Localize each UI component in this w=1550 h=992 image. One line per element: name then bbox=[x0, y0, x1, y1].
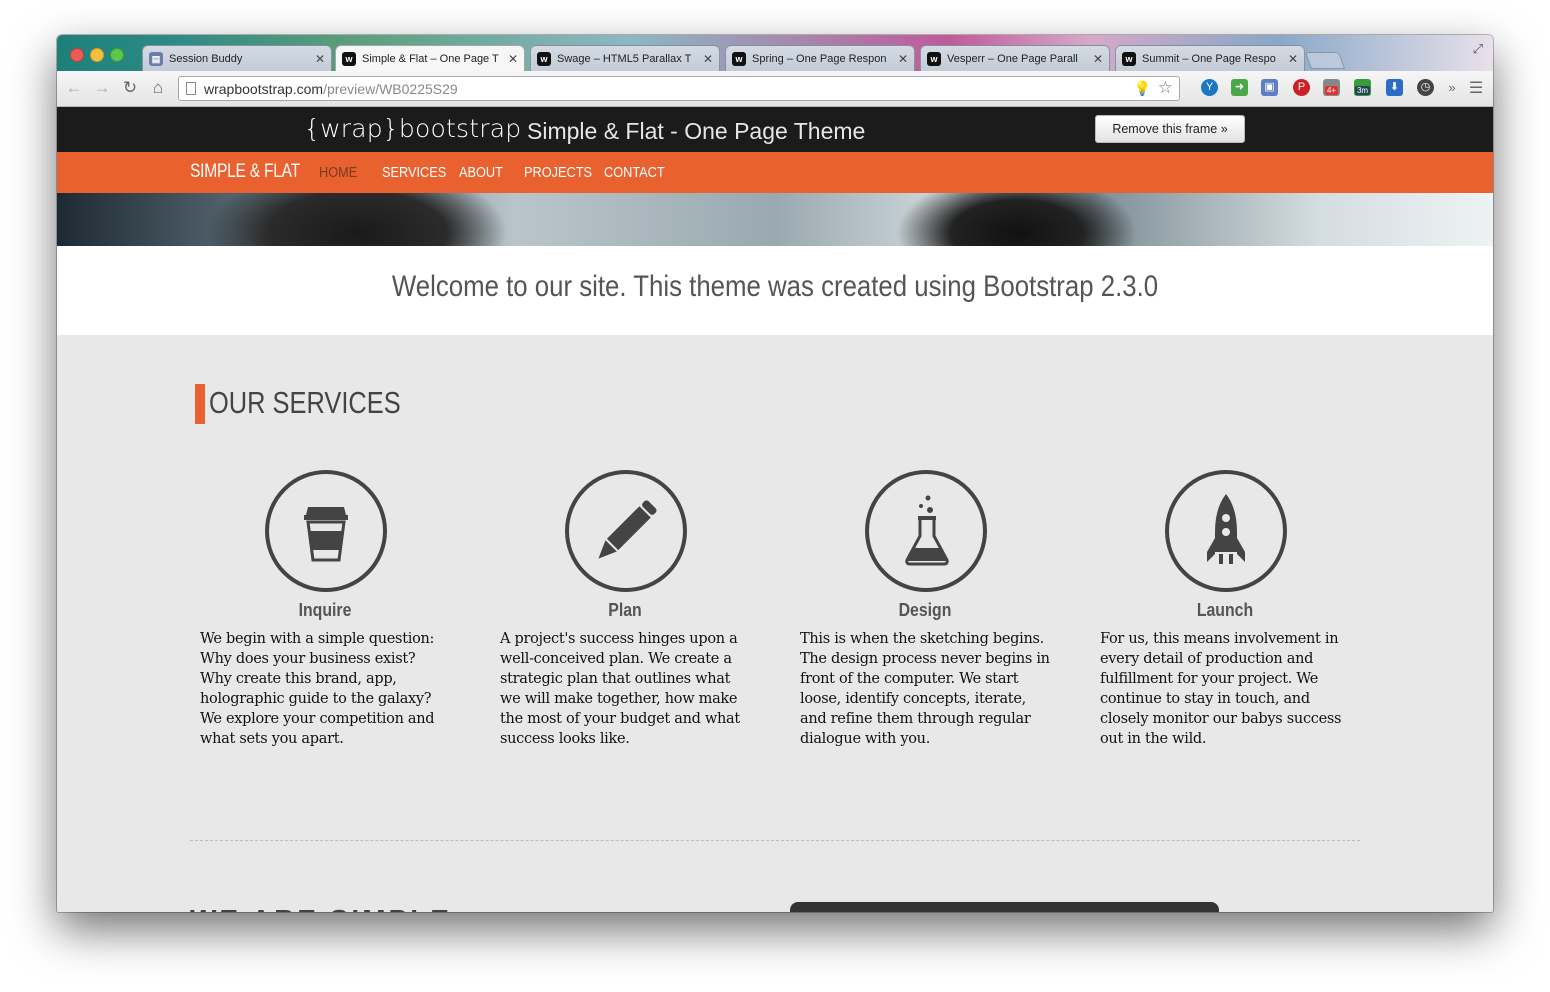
wrapbootstrap-icon: w bbox=[1122, 52, 1136, 66]
pencil-icon bbox=[598, 500, 657, 559]
reload-icon[interactable]: ↻ bbox=[119, 78, 141, 98]
nav-home[interactable]: HOME bbox=[319, 164, 357, 181]
close-tab-icon[interactable]: ✕ bbox=[1288, 46, 1298, 71]
browser-toolbar: ← → ↻ ⌂ wrapbootstrap.com/preview/WB0225… bbox=[57, 71, 1493, 107]
close-tab-icon[interactable]: ✕ bbox=[315, 46, 325, 71]
wrapbootstrap-icon: w bbox=[342, 52, 356, 66]
service-description: We begin with a simple question: Why doe… bbox=[200, 631, 435, 747]
tab-label: Summit – One Page Respo bbox=[1142, 53, 1276, 65]
service-description: A project's success hinges upon a well-c… bbox=[500, 631, 740, 747]
timer-extension-icon[interactable]: 3m bbox=[1354, 79, 1371, 96]
tab-label: Spring – One Page Respon bbox=[752, 53, 887, 65]
tab-spring[interactable]: w Spring – One Page Respon ✕ bbox=[725, 45, 915, 71]
overflow-chevron-icon[interactable]: » bbox=[1441, 80, 1463, 95]
page-viewport: {wrap}bootstrap Simple & Flat - One Page… bbox=[57, 107, 1493, 912]
tab-vesperr[interactable]: w Vesperr – One Page Parall ✕ bbox=[920, 45, 1110, 71]
close-window-button[interactable] bbox=[70, 48, 84, 62]
nav-projects[interactable]: PROJECTS bbox=[524, 164, 592, 181]
welcome-band: Welcome to our site. This theme was crea… bbox=[57, 246, 1493, 335]
session-buddy-icon: ▤ bbox=[149, 52, 163, 66]
green-arrow-extension-icon[interactable]: ➜ bbox=[1231, 79, 1248, 96]
hero-image bbox=[57, 193, 1493, 246]
tab-session-buddy[interactable]: ▤ Session Buddy ✕ bbox=[142, 45, 332, 71]
welcome-text: Welcome to our site. This theme was crea… bbox=[391, 270, 1159, 303]
nav-services[interactable]: SERVICES bbox=[382, 164, 446, 181]
tab-label: Session Buddy bbox=[169, 53, 243, 65]
service-title: Inquire bbox=[298, 600, 352, 620]
tab-label: Vesperr – One Page Parall bbox=[947, 53, 1078, 65]
tab-label: Swage – HTML5 Parallax T bbox=[557, 53, 692, 65]
window-extension-icon[interactable]: ▣ bbox=[1261, 79, 1278, 96]
address-bar[interactable]: wrapbootstrap.com/preview/WB0225S29 💡 ☆ bbox=[178, 76, 1180, 101]
forward-icon[interactable]: → bbox=[91, 78, 113, 98]
wrapbootstrap-frame-bar: {wrap}bootstrap Simple & Flat - One Page… bbox=[57, 107, 1493, 152]
service-icon-circle bbox=[265, 470, 387, 592]
nav-about[interactable]: ABOUT bbox=[459, 164, 503, 181]
service-icon-circle bbox=[565, 470, 687, 592]
services-heading-text: OUR SERVICES bbox=[209, 385, 401, 420]
service-description: For us, this means involvement in every … bbox=[1100, 631, 1342, 747]
home-icon[interactable]: ⌂ bbox=[147, 78, 169, 98]
nav-contact[interactable]: CONTACT bbox=[604, 164, 665, 181]
close-tab-icon[interactable]: ✕ bbox=[703, 46, 713, 71]
tab-strip: ▤ Session Buddy ✕ w Simple & Flat – One … bbox=[57, 35, 1493, 71]
url-text[interactable]: wrapbootstrap.com/preview/WB0225S29 bbox=[204, 81, 458, 97]
service-title: Design bbox=[898, 600, 952, 620]
close-tab-icon[interactable]: ✕ bbox=[1093, 46, 1103, 71]
section-divider bbox=[190, 840, 1360, 841]
wrapbootstrap-icon: w bbox=[732, 52, 746, 66]
service-icon-circle bbox=[1165, 470, 1287, 592]
browser-window: ▤ Session Buddy ✕ w Simple & Flat – One … bbox=[57, 35, 1493, 912]
site-brand[interactable]: SIMPLE & FLAT bbox=[190, 161, 300, 183]
service-description: This is when the sketching begins. The d… bbox=[800, 631, 1050, 747]
close-tab-icon[interactable]: ✕ bbox=[898, 46, 908, 71]
wrapbootstrap-icon: w bbox=[537, 52, 551, 66]
site-navbar: SIMPLE & FLAT HOME SERVICES ABOUT PROJEC… bbox=[57, 152, 1493, 193]
menu-icon[interactable]: ☰ bbox=[1465, 78, 1487, 98]
coffee-cup-icon bbox=[304, 507, 348, 562]
remove-frame-button[interactable]: Remove this frame » bbox=[1095, 115, 1245, 143]
bookmark-star-icon[interactable]: ☆ bbox=[1158, 78, 1173, 98]
fullscreen-icon[interactable]: ⤢ bbox=[1473, 41, 1483, 57]
y-extension-icon[interactable]: Y bbox=[1201, 79, 1218, 96]
minimize-window-button[interactable] bbox=[90, 48, 104, 62]
page-icon bbox=[186, 82, 196, 95]
next-section-panel bbox=[790, 902, 1219, 912]
service-icon-circle bbox=[865, 470, 987, 592]
lightbulb-icon[interactable]: 💡 bbox=[1134, 80, 1151, 97]
rocket-icon bbox=[1207, 494, 1245, 564]
zoom-window-button[interactable] bbox=[110, 48, 124, 62]
flask-icon bbox=[905, 495, 949, 566]
wrapbootstrap-logo[interactable]: {wrap}bootstrap bbox=[304, 114, 521, 143]
pinterest-icon[interactable]: P bbox=[1293, 79, 1310, 96]
back-icon[interactable]: ← bbox=[63, 78, 85, 98]
next-section-heading: WE ARE SIMPLE bbox=[190, 904, 452, 912]
tab-summit[interactable]: w Summit – One Page Respo ✕ bbox=[1115, 45, 1305, 71]
service-title: Plan bbox=[608, 600, 642, 620]
clock-icon[interactable]: ◷ bbox=[1417, 79, 1434, 96]
tab-swage[interactable]: w Swage – HTML5 Parallax T ✕ bbox=[530, 45, 720, 71]
tab-simple-flat[interactable]: w Simple & Flat – One Page T ✕ bbox=[335, 45, 525, 71]
tab-label: Simple & Flat – One Page T bbox=[362, 53, 499, 65]
close-tab-icon[interactable]: ✕ bbox=[508, 46, 518, 71]
theme-title: Simple & Flat - One Page Theme bbox=[527, 118, 866, 144]
heading-accent-bar bbox=[195, 384, 205, 424]
new-tab-button[interactable] bbox=[1304, 52, 1346, 69]
wrapbootstrap-icon: w bbox=[927, 52, 941, 66]
gmail-notifier-icon[interactable]: 4+ bbox=[1323, 79, 1340, 96]
service-title: Launch bbox=[1196, 600, 1254, 620]
download-icon[interactable]: ⬇ bbox=[1386, 79, 1403, 96]
